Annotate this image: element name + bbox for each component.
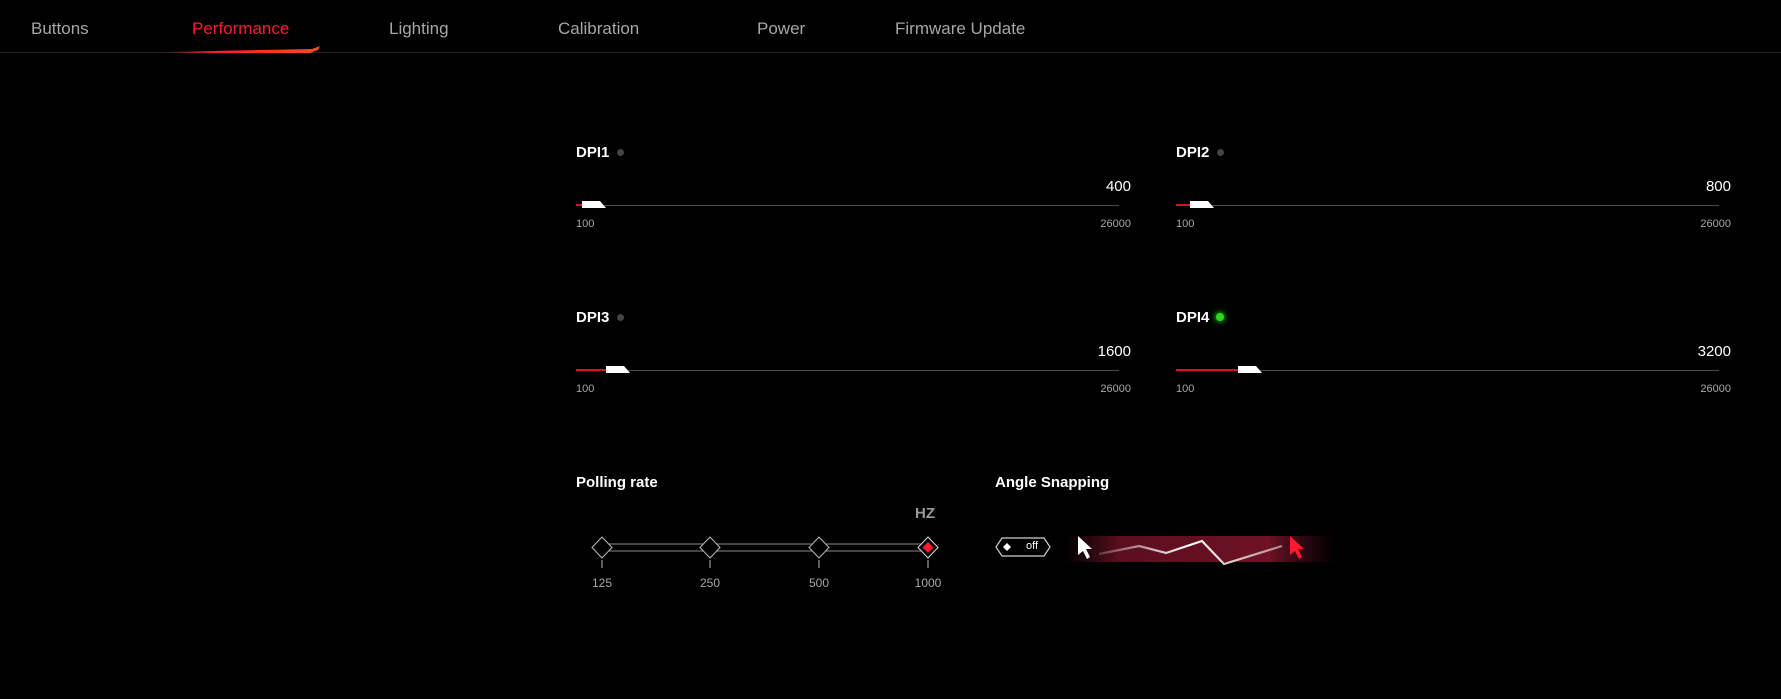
polling-option-250[interactable]: [699, 536, 721, 559]
dpi2-indicator: [1217, 149, 1224, 156]
dpi1-label: DPI1: [576, 144, 610, 161]
dpi2-slider-track[interactable]: [1176, 201, 1719, 208]
dpi1-slider-track[interactable]: [576, 201, 1119, 208]
dpi4-indicator: [1216, 313, 1224, 321]
active-tab-underline: [160, 46, 320, 53]
angle-snapping-illustration: [1064, 536, 1336, 566]
tab-performance[interactable]: Performance: [192, 19, 289, 39]
dpi3-slider-track[interactable]: [576, 366, 1119, 373]
dpi1-setting: DPI1 400 100 26000: [576, 144, 1131, 244]
polling-rate-selector: [591, 536, 939, 568]
dpi4-slider-thumb[interactable]: [1238, 366, 1262, 373]
dpi1-max-label: 26000: [1100, 218, 1131, 230]
angle-snapping-toggle[interactable]: off: [995, 537, 1051, 557]
tab-power[interactable]: Power: [757, 19, 805, 39]
tab-bar: Buttons Performance Lighting Calibration…: [0, 0, 1781, 53]
polling-option-125[interactable]: [591, 536, 613, 559]
polling-option-1000[interactable]: [917, 536, 939, 559]
dpi3-max-label: 26000: [1100, 383, 1131, 395]
polling-label-250: 250: [699, 576, 721, 590]
dpi1-min-label: 100: [576, 218, 595, 230]
dpi4-value: 3200: [1697, 343, 1731, 360]
dpi4-slider-fill: [1176, 369, 1242, 371]
dpi2-value: 800: [1705, 178, 1731, 195]
angle-snapping-title: Angle Snapping: [995, 474, 1110, 491]
tab-firmware-update[interactable]: Firmware Update: [895, 19, 1025, 39]
dpi4-setting: DPI4 3200 100 26000: [1176, 309, 1731, 409]
tab-lighting[interactable]: Lighting: [389, 19, 449, 39]
dpi3-setting: DPI3 1600 100 26000: [576, 309, 1131, 409]
dpi3-indicator: [617, 314, 624, 321]
dpi4-max-label: 26000: [1700, 383, 1731, 395]
dpi1-value: 400: [1105, 178, 1131, 195]
dpi3-label: DPI3: [576, 309, 610, 326]
dpi3-value: 1600: [1097, 343, 1131, 360]
dpi2-slider-thumb[interactable]: [1190, 201, 1214, 208]
dpi2-max-label: 26000: [1700, 218, 1731, 230]
dpi2-min-label: 100: [1176, 218, 1195, 230]
angle-snapping-toggle-label: off: [1026, 540, 1039, 552]
dpi3-slider-fill: [576, 369, 610, 371]
polling-unit-label: HZ: [915, 505, 935, 522]
dpi4-label: DPI4: [1176, 309, 1210, 326]
polling-rate-title: Polling rate: [576, 474, 658, 491]
dpi3-min-label: 100: [576, 383, 595, 395]
dpi4-slider-track[interactable]: [1176, 366, 1719, 373]
polling-label-1000: 1000: [914, 576, 942, 590]
dpi4-min-label: 100: [1176, 383, 1195, 395]
dpi1-indicator: [617, 149, 624, 156]
dpi3-slider-thumb[interactable]: [606, 366, 630, 373]
dpi2-setting: DPI2 800 100 26000: [1176, 144, 1731, 244]
polling-label-500: 500: [808, 576, 830, 590]
polling-label-125: 125: [591, 576, 613, 590]
tab-buttons[interactable]: Buttons: [31, 19, 89, 39]
dpi1-slider-thumb[interactable]: [582, 201, 606, 208]
dpi2-label: DPI2: [1176, 144, 1210, 161]
polling-option-500[interactable]: [808, 536, 830, 559]
tab-calibration[interactable]: Calibration: [558, 19, 639, 39]
